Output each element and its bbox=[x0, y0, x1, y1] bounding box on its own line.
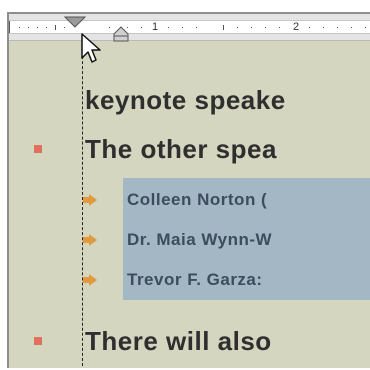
ruler-tick bbox=[223, 25, 224, 30]
ruler-dot bbox=[46, 27, 47, 28]
level1-bullet-icon bbox=[34, 337, 42, 345]
ruler-dot bbox=[279, 27, 280, 28]
ruler-dot bbox=[265, 27, 266, 28]
ruler-dot bbox=[351, 27, 352, 28]
slide-bullet-there-will-also[interactable]: There will also bbox=[85, 326, 272, 356]
ruler-dot bbox=[182, 27, 183, 28]
ruler-left-edge bbox=[9, 21, 10, 33]
ruler-dot bbox=[237, 27, 238, 28]
ruler-number-1: 1 bbox=[152, 21, 159, 33]
arrow-bullet-icon bbox=[83, 234, 97, 246]
ruler-dot bbox=[168, 27, 169, 28]
arrow-bullet-icon bbox=[83, 194, 97, 206]
ruler-dot bbox=[365, 27, 366, 28]
sub-bullet-maia[interactable]: Dr. Maia Wynn-W bbox=[127, 230, 272, 250]
ruler-number-2: 2 bbox=[293, 21, 300, 33]
ruler-dot bbox=[141, 27, 142, 28]
sub-bullet-colleen[interactable]: Colleen Norton ( bbox=[127, 190, 267, 210]
hanging-indent-marker-icon[interactable] bbox=[113, 26, 129, 42]
ruler-dot bbox=[109, 27, 110, 28]
ruler-dot bbox=[196, 27, 197, 28]
ruler-dot bbox=[337, 27, 338, 28]
slide-line-keynote[interactable]: keynote speake bbox=[85, 85, 286, 115]
ruler-dot bbox=[19, 27, 20, 28]
ruler-dot bbox=[251, 27, 252, 28]
ruler-dot bbox=[28, 27, 29, 28]
ruler-dot bbox=[37, 27, 38, 28]
ruler-tick bbox=[55, 25, 56, 30]
slide-bullet-other-speakers[interactable]: The other spea bbox=[85, 134, 277, 164]
ruler-dot bbox=[309, 27, 310, 28]
arrow-bullet-icon bbox=[83, 274, 97, 286]
mouse-pointer-icon bbox=[81, 33, 101, 63]
horizontal-ruler[interactable]: 1 2 bbox=[9, 14, 370, 42]
level1-bullet-icon bbox=[34, 145, 42, 153]
first-line-indent-triangle-icon[interactable] bbox=[64, 16, 86, 28]
slide-editor-frame: 1 2 keynote speake The other spea Collee… bbox=[7, 12, 370, 368]
ruler-dot bbox=[323, 27, 324, 28]
sub-bullet-trevor[interactable]: Trevor F. Garza: bbox=[127, 270, 263, 290]
